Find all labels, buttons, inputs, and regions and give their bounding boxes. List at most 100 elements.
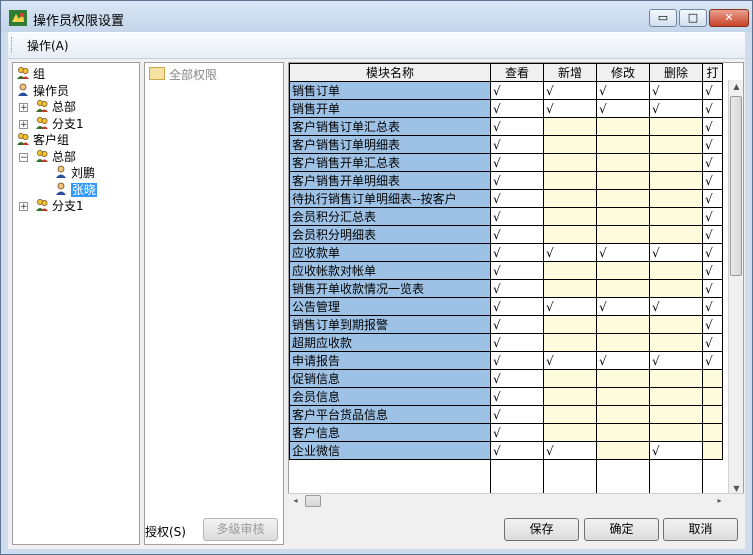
permission-check-cell[interactable]: √ [596,297,650,316]
permission-check-cell[interactable]: √ [649,441,703,460]
permission-check-cell[interactable]: √ [702,261,723,280]
minimize-button[interactable]: ▭ [649,9,677,27]
permission-check-cell[interactable]: √ [490,99,544,118]
module-name-cell[interactable]: 应收帐款对帐单 [289,261,491,280]
permission-check-cell[interactable]: √ [702,315,723,334]
grid-column-header[interactable]: 修改 [596,63,650,82]
vertical-scroll-thumb[interactable] [730,96,742,276]
table-row[interactable]: 公告管理 √ √ √ √ √ [289,297,723,316]
toolbar-grip[interactable] [11,37,15,53]
permission-check-cell[interactable]: √ [649,81,703,100]
menu-operate[interactable]: 操作(A) [27,37,69,54]
permission-check-cell[interactable]: √ [649,297,703,316]
grid-column-header[interactable]: 删除 [649,63,703,82]
module-name-cell[interactable]: 销售开单收款情况一览表 [289,279,491,298]
tree-node[interactable]: 分支1 [35,116,84,132]
permission-tree[interactable]: 全部权限 [144,62,284,545]
table-row[interactable]: 会员积分汇总表 √ √ [289,207,723,226]
tree-expander-icon[interactable]: + [19,103,28,113]
permission-check-cell[interactable]: √ [490,315,544,334]
permission-check-cell[interactable]: √ [702,189,723,208]
cancel-button[interactable]: 取消 [663,518,738,541]
tree-expander-icon[interactable]: + [19,202,28,212]
module-name-cell[interactable]: 销售订单 [289,81,491,100]
tree-node[interactable]: 刘鹏 [54,165,95,181]
permission-check-cell[interactable]: √ [702,99,723,118]
table-row[interactable]: 申请报告 √ √ √ √ √ [289,351,723,370]
table-row[interactable]: 客户销售开单汇总表 √ √ [289,153,723,172]
horizontal-scrollbar[interactable]: ◂ ▸ [288,493,744,509]
permission-check-cell[interactable]: √ [490,297,544,316]
permission-check-cell[interactable]: √ [596,99,650,118]
permission-check-cell[interactable]: √ [490,225,544,244]
permission-check-cell[interactable]: √ [702,297,723,316]
permission-check-cell[interactable]: √ [596,351,650,370]
permission-check-cell[interactable]: √ [490,117,544,136]
scroll-left-icon[interactable]: ◂ [288,496,303,505]
table-row[interactable]: 销售开单 √ √ √ √ √ [289,99,723,118]
permission-check-cell[interactable]: √ [543,99,597,118]
table-row[interactable]: 应收帐款对帐单 √ √ [289,261,723,280]
tree-node[interactable]: 分支1 [35,198,84,214]
permission-check-cell[interactable]: √ [490,81,544,100]
tree-node[interactable]: 总部 [35,149,76,165]
permission-check-cell[interactable]: √ [702,171,723,190]
module-name-cell[interactable]: 促销信息 [289,369,491,388]
module-name-cell[interactable]: 客户信息 [289,423,491,442]
tree-node[interactable]: 张晓 [54,182,98,198]
table-row[interactable]: 企业微信 √ √ √ [289,441,723,460]
module-name-cell[interactable]: 公告管理 [289,297,491,316]
permission-check-cell[interactable]: √ [702,153,723,172]
permission-check-cell[interactable]: √ [543,441,597,460]
tree-node[interactable]: 操作员 [16,83,69,99]
grid-column-header[interactable]: 新增 [543,63,597,82]
vertical-scrollbar[interactable]: ▲ ▼ [728,80,743,495]
table-row[interactable]: 会员信息 √ [289,387,723,406]
permission-check-cell[interactable]: √ [490,261,544,280]
module-name-cell[interactable]: 销售订单到期报警 [289,315,491,334]
permission-check-cell[interactable]: √ [702,117,723,136]
permission-check-cell[interactable]: √ [649,351,703,370]
tree-expander-icon[interactable]: − [19,152,28,162]
scroll-down-icon[interactable]: ▼ [729,484,743,493]
permission-check-cell[interactable]: √ [490,423,544,442]
table-row[interactable]: 超期应收款 √ √ [289,333,723,352]
permission-check-cell[interactable]: √ [490,135,544,154]
permission-check-cell[interactable]: √ [490,387,544,406]
module-name-cell[interactable]: 客户销售订单汇总表 [289,117,491,136]
module-name-cell[interactable]: 会员信息 [289,387,491,406]
save-button[interactable]: 保存 [504,518,579,541]
module-name-cell[interactable]: 客户销售订单明细表 [289,135,491,154]
table-row[interactable]: 销售订单到期报警 √ √ [289,315,723,334]
table-row[interactable]: 客户信息 √ [289,423,723,442]
permission-check-cell[interactable]: √ [490,279,544,298]
permission-check-cell[interactable]: √ [702,279,723,298]
table-row[interactable]: 客户平台货品信息 √ [289,405,723,424]
scroll-right-icon[interactable]: ▸ [712,496,727,505]
permission-check-cell[interactable]: √ [490,243,544,262]
table-row[interactable]: 客户销售订单汇总表 √ √ [289,117,723,136]
permission-check-cell[interactable]: √ [490,153,544,172]
permission-root-node[interactable]: 全部权限 [149,66,217,83]
permission-check-cell[interactable]: √ [596,81,650,100]
tree-node[interactable]: 组 [16,66,45,82]
permission-check-cell[interactable]: √ [490,189,544,208]
module-name-cell[interactable]: 会员积分汇总表 [289,207,491,226]
horizontal-scroll-thumb[interactable] [305,495,321,507]
permission-check-cell[interactable]: √ [702,243,723,262]
close-button[interactable]: ✕ [709,9,749,27]
permission-check-cell[interactable]: √ [490,369,544,388]
permission-check-cell[interactable]: √ [702,225,723,244]
permission-check-cell[interactable]: √ [490,351,544,370]
table-row[interactable]: 客户销售开单明细表 √ √ [289,171,723,190]
permission-check-cell[interactable]: √ [490,405,544,424]
permission-check-cell[interactable]: √ [649,243,703,262]
permission-check-cell[interactable]: √ [490,171,544,190]
table-row[interactable]: 客户销售订单明细表 √ √ [289,135,723,154]
permission-check-cell[interactable]: √ [702,135,723,154]
module-name-cell[interactable]: 申请报告 [289,351,491,370]
permission-check-cell[interactable]: √ [543,243,597,262]
module-name-cell[interactable]: 待执行销售订单明细表--按客户 [289,189,491,208]
multi-level-review-button[interactable]: 多级审核 [203,518,278,541]
table-row[interactable]: 销售开单收款情况一览表 √ √ [289,279,723,298]
